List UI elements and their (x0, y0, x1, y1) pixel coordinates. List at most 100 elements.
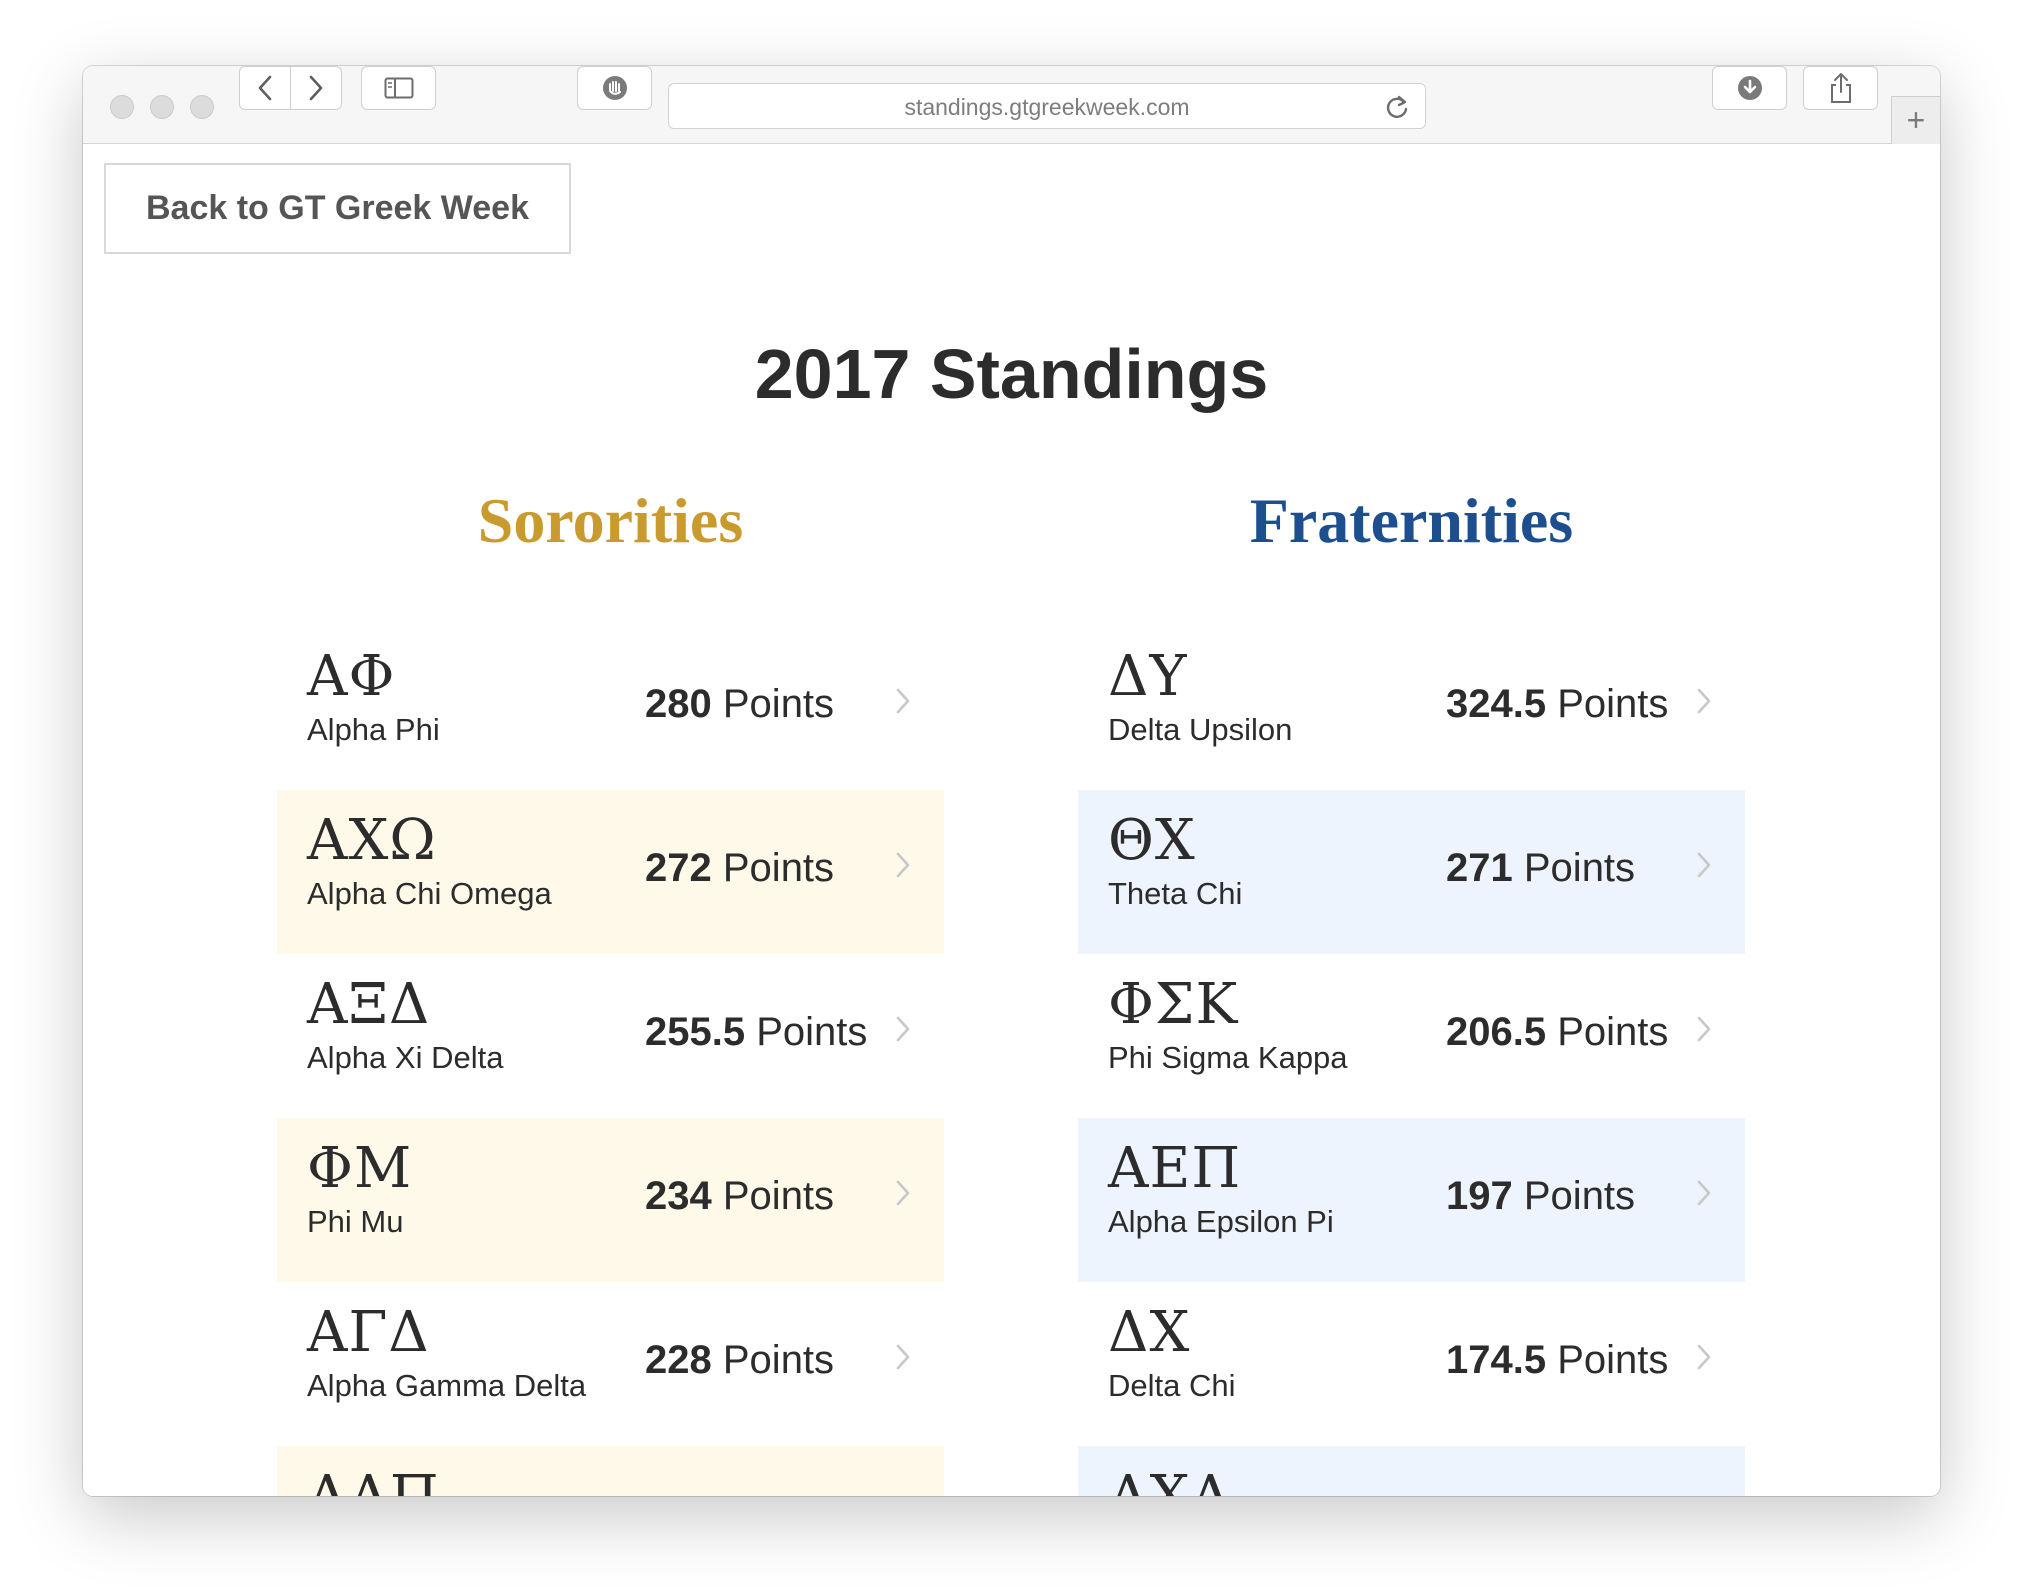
forward-nav-button[interactable] (290, 66, 342, 110)
points-label: Points (722, 1338, 835, 1382)
points-label: Points (1557, 682, 1669, 726)
chevron-right-icon[interactable] (1696, 1015, 1712, 1043)
browser-window: standings.gtgreekweek.com + Back to GT G… (83, 66, 1940, 1496)
sidebar-icon (384, 77, 413, 99)
greek-letters: ΑΞΔ (307, 972, 431, 1037)
points-label: Points (1557, 1338, 1669, 1382)
points-value: 197 Points (1446, 1174, 1635, 1219)
standings-row[interactable]: ΦΜ Phi Mu 234 Points (277, 1118, 944, 1282)
back-nav-button[interactable] (239, 66, 291, 110)
share-icon (1830, 73, 1851, 103)
standings-row[interactable]: ΔΧ Delta Chi 174.5 Points (1078, 1282, 1745, 1446)
reload-icon[interactable] (1383, 93, 1411, 121)
points-label: Points (1523, 1174, 1636, 1218)
standings-row[interactable]: ΑΞΔ Alpha Xi Delta 255.5 Points (277, 954, 944, 1118)
minimize-window-button[interactable] (150, 95, 174, 119)
points-value: 255.5 Points (645, 1010, 867, 1055)
chapter-name: Theta Chi (1108, 876, 1243, 911)
chapter-name: Delta Upsilon (1108, 712, 1293, 747)
points-number: 174.5 (1446, 1338, 1547, 1382)
points-label: Points (1523, 846, 1636, 890)
chevron-right-icon[interactable] (1696, 1179, 1712, 1207)
points-label: Points (722, 1174, 835, 1218)
fraternities-list: ΔΥ Delta Upsilon 324.5 Points ΘΧ Theta Chi 27… (1078, 626, 1745, 1496)
chapter-name: Phi Mu (307, 1204, 404, 1239)
chevron-right-icon[interactable] (1696, 1343, 1712, 1371)
back-to-greek-week-button[interactable]: Back to GT Greek Week (104, 163, 571, 254)
chapter-name: Delta Chi (1108, 1368, 1236, 1403)
fraternities-heading: Fraternities (1249, 485, 1574, 556)
points-value: 206.5 Points (1446, 1010, 1668, 1055)
greek-letters: ΔΧ (1108, 1300, 1191, 1365)
address-bar-url[interactable]: standings.gtgreekweek.com (669, 84, 1425, 130)
chapter-name: Phi Sigma Kappa (1108, 1040, 1348, 1075)
greek-letters: ΑΔΠ (307, 1464, 440, 1496)
chevron-right-icon[interactable] (895, 851, 911, 879)
chevron-right-icon[interactable] (1696, 851, 1712, 879)
zoom-window-button[interactable] (190, 95, 214, 119)
points-value: 271 Points (1446, 846, 1635, 891)
points-label: Points (756, 1010, 868, 1054)
points-value: 174.5 Points (1446, 1338, 1668, 1383)
address-bar[interactable]: standings.gtgreekweek.com (668, 83, 1426, 129)
standings-row[interactable]: ΦΣΚ Phi Sigma Kappa 206.5 Points (1078, 954, 1745, 1118)
points-label: Points (1557, 1010, 1669, 1054)
chevron-right-icon[interactable] (895, 687, 911, 715)
points-number: 234 (645, 1174, 712, 1218)
chevron-right-icon (309, 75, 323, 101)
download-icon (1737, 76, 1762, 100)
greek-letters: ΑΦ (307, 644, 396, 709)
standings-row[interactable]: ΘΧ Theta Chi 271 Points (1078, 790, 1745, 954)
downloads-button[interactable] (1712, 66, 1787, 110)
shield-hand-icon (602, 76, 627, 100)
greek-letters: ΦΣΚ (1108, 972, 1239, 1037)
greek-letters: ΑΕΠ (1108, 1136, 1242, 1201)
points-label: Points (722, 846, 835, 890)
share-button[interactable] (1803, 66, 1878, 110)
chevron-left-icon (258, 75, 272, 101)
chevron-right-icon[interactable] (1696, 687, 1712, 715)
close-window-button[interactable] (110, 95, 134, 119)
chapter-name: Alpha Xi Delta (307, 1040, 504, 1075)
chapter-name: Alpha Gamma Delta (307, 1368, 587, 1403)
privacy-shield-button[interactable] (577, 66, 652, 110)
points-value: 234 Points (645, 1174, 834, 1219)
points-number: 206.5 (1446, 1010, 1547, 1054)
standings-row[interactable]: ΑΧΑ (1078, 1446, 1745, 1496)
browser-toolbar: standings.gtgreekweek.com + (83, 66, 1940, 145)
points-value: 324.5 Points (1446, 682, 1668, 727)
new-tab-button[interactable]: + (1891, 96, 1940, 145)
greek-letters: ΑΧΑ (1108, 1464, 1232, 1496)
greek-letters: ΘΧ (1108, 808, 1196, 873)
standings-row[interactable]: ΑΓΔ Alpha Gamma Delta 228 Points (277, 1282, 944, 1446)
sororities-heading: Sororities (477, 485, 744, 556)
points-number: 228 (645, 1338, 712, 1382)
points-label: Points (722, 682, 835, 726)
standings-row[interactable]: ΑΧΩ Alpha Chi Omega 272 Points (277, 790, 944, 954)
points-number: 324.5 (1446, 682, 1547, 726)
chevron-right-icon[interactable] (895, 1015, 911, 1043)
chapter-name: Alpha Phi (307, 712, 440, 747)
greek-letters: ΔΥ (1108, 644, 1188, 709)
page-title: 2017 Standings (754, 335, 1269, 413)
points-number: 255.5 (645, 1010, 746, 1054)
greek-letters: ΦΜ (307, 1136, 413, 1201)
standings-row[interactable]: ΑΦ Alpha Phi 280 Points (277, 626, 944, 790)
points-number: 272 (645, 846, 712, 890)
chevron-right-icon[interactable] (895, 1179, 911, 1207)
points-value: 280 Points (645, 682, 834, 727)
standings-row[interactable]: ΔΥ Delta Upsilon 324.5 Points (1078, 626, 1745, 790)
greek-letters: ΑΧΩ (307, 808, 437, 873)
standings-row[interactable]: ΑΔΠ (277, 1446, 944, 1496)
points-number: 280 (645, 682, 712, 726)
points-number: 197 (1446, 1174, 1513, 1218)
sororities-list: ΑΦ Alpha Phi 280 Points ΑΧΩ Alpha Chi Omega 2… (277, 626, 944, 1496)
chevron-right-icon[interactable] (895, 1343, 911, 1371)
points-value: 228 Points (645, 1338, 834, 1383)
sidebar-toggle-button[interactable] (361, 66, 436, 110)
standings-row[interactable]: ΑΕΠ Alpha Epsilon Pi 197 Points (1078, 1118, 1745, 1282)
chapter-name: Alpha Epsilon Pi (1108, 1204, 1334, 1239)
points-value: 272 Points (645, 846, 834, 891)
greek-letters: ΑΓΔ (307, 1300, 430, 1365)
points-number: 271 (1446, 846, 1513, 890)
